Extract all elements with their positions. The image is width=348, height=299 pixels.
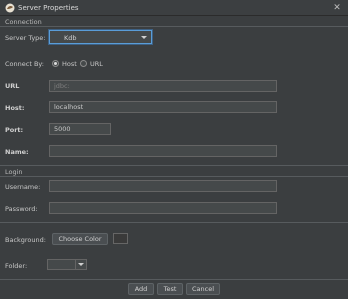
username-label: Username: <box>5 183 41 191</box>
test-button[interactable]: Test <box>157 283 183 295</box>
radio-host-label[interactable]: Host <box>62 60 77 68</box>
port-label: Port: <box>5 126 24 134</box>
section-connection: Connection <box>5 18 42 26</box>
radio-host[interactable] <box>52 60 59 67</box>
chevron-down-icon <box>78 263 84 266</box>
name-label: Name: <box>5 148 29 156</box>
name-field[interactable] <box>49 145 277 157</box>
server-type-select[interactable]: Kdb <box>49 30 152 44</box>
url-field[interactable]: jdbc: <box>49 80 277 92</box>
server-type-value: Kdb <box>64 34 77 42</box>
folder-select[interactable] <box>47 259 87 270</box>
chevron-down-icon <box>141 36 147 39</box>
password-label: Password: <box>5 205 38 213</box>
choose-color-button[interactable]: Choose Color <box>52 233 108 245</box>
divider <box>0 222 348 223</box>
divider <box>0 165 348 166</box>
app-icon <box>5 3 15 13</box>
folder-label: Folder: <box>5 262 28 270</box>
radio-url[interactable] <box>80 60 87 67</box>
section-login: Login <box>5 168 23 176</box>
host-field[interactable]: localhost <box>49 101 277 113</box>
divider <box>0 279 348 280</box>
username-field[interactable] <box>49 180 277 192</box>
cancel-button[interactable]: Cancel <box>186 283 220 295</box>
close-icon[interactable]: ✕ <box>330 1 344 15</box>
url-label: URL <box>5 82 20 90</box>
window-title: Server Properties <box>18 4 79 12</box>
add-button[interactable]: Add <box>128 283 154 295</box>
radio-url-label[interactable]: URL <box>90 60 103 68</box>
background-label: Background: <box>5 236 46 244</box>
port-field[interactable]: 5000 <box>49 123 111 135</box>
server-type-label: Server Type: <box>5 34 46 42</box>
title-bar: Server Properties ✕ <box>0 0 348 16</box>
divider <box>0 26 348 27</box>
password-field[interactable] <box>49 202 277 214</box>
host-label: Host: <box>5 104 25 112</box>
connect-by-label: Connect By: <box>5 60 44 68</box>
divider <box>0 176 348 177</box>
color-swatch[interactable] <box>113 233 128 244</box>
